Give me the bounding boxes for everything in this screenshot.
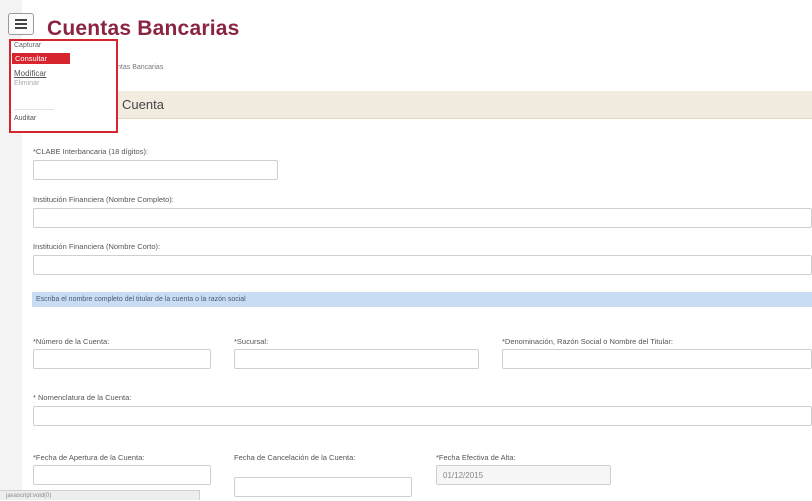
menu-item-consultar[interactable]: Consultar xyxy=(12,53,70,64)
action-dropdown-menu: Capturar Consultar Modificar Eliminar Au… xyxy=(9,39,118,133)
menu-item-modificar[interactable]: Modificar xyxy=(14,69,46,78)
nomenclatura-label: * Nomenclatura de la Cuenta: xyxy=(33,393,132,402)
fecha-alta-label: *Fecha Efectiva de Alta: xyxy=(436,453,516,462)
fecha-alta-input[interactable] xyxy=(436,465,611,485)
menu-caption: Capturar xyxy=(14,42,42,49)
info-banner: Escriba el nombre completo del titular d… xyxy=(32,292,812,307)
fecha-cancelacion-label: Fecha de Cancelación de la Cuenta: xyxy=(234,453,356,462)
menu-divider xyxy=(14,109,54,110)
fecha-apertura-label: *Fecha de Apertura de la Cuenta: xyxy=(33,453,145,462)
fecha-cancelacion-input[interactable] xyxy=(234,477,412,497)
page-title: Cuentas Bancarias xyxy=(47,17,240,40)
section-title: Cuenta xyxy=(122,97,164,112)
browser-status-bar: javascript:void(0) xyxy=(0,490,200,500)
sucursal-label: *Sucursal: xyxy=(234,337,269,346)
denominacion-input[interactable] xyxy=(502,349,812,369)
institucion-completo-input[interactable] xyxy=(33,208,812,228)
sucursal-input[interactable] xyxy=(234,349,479,369)
institucion-completo-label: Institución Financiera (Nombre Completo)… xyxy=(33,195,174,204)
institucion-corto-input[interactable] xyxy=(33,255,812,275)
clabe-input[interactable] xyxy=(33,160,278,180)
numero-cuenta-label: *Número de la Cuenta: xyxy=(33,337,110,346)
institucion-corto-label: Institución Financiera (Nombre Corto): xyxy=(33,242,161,251)
clabe-label: *CLABE Interbancaria (18 dígitos): xyxy=(33,147,149,156)
nomenclatura-input[interactable] xyxy=(33,406,812,426)
denominacion-label: *Denominación, Razón Social o Nombre del… xyxy=(502,337,673,346)
hamburger-menu-icon[interactable] xyxy=(8,13,34,35)
menu-item-eliminar[interactable]: Eliminar xyxy=(14,80,39,87)
menu-item-auditar[interactable]: Auditar xyxy=(14,115,36,122)
fecha-apertura-input[interactable] xyxy=(33,465,211,485)
numero-cuenta-input[interactable] xyxy=(33,349,211,369)
